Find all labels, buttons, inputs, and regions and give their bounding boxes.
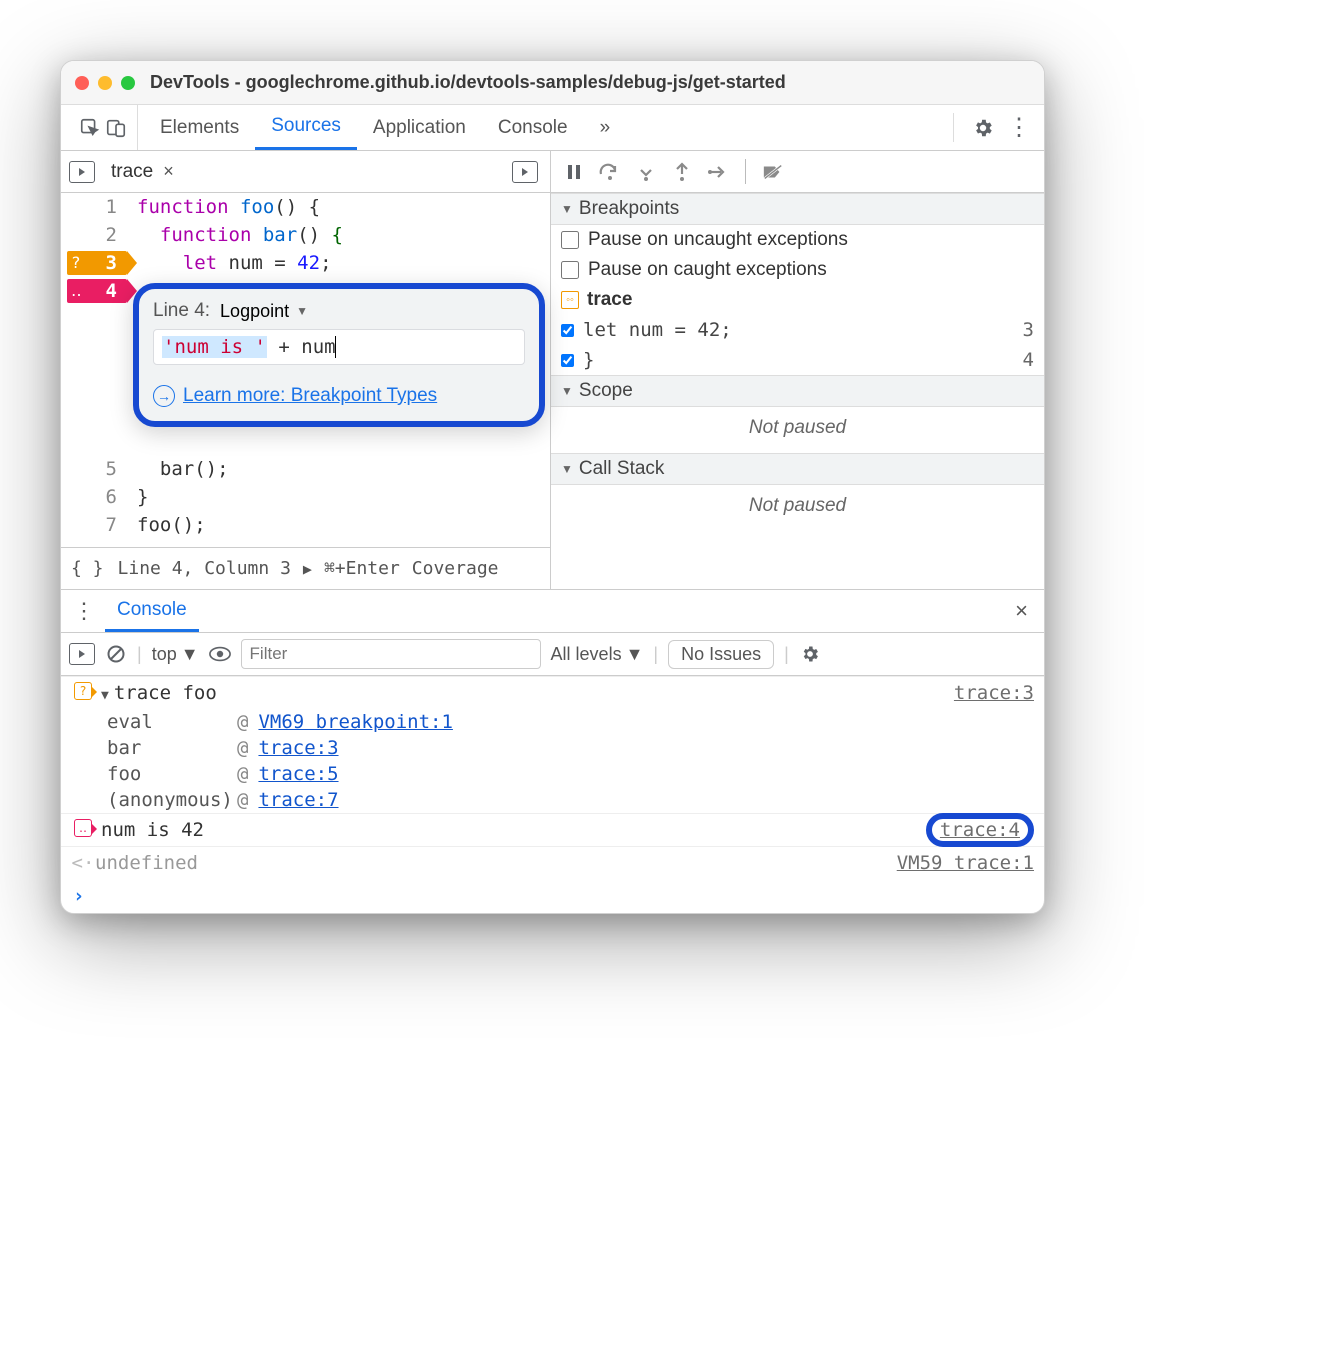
conditional-bp-icon: ? <box>74 682 92 700</box>
callstack-not-paused: Not paused <box>551 485 1044 531</box>
settings-icon[interactable] <box>972 117 994 139</box>
tab-application[interactable]: Application <box>357 105 482 150</box>
console-return: <· undefined VM59 trace:1 <box>61 846 1044 879</box>
console-output: ? ▼trace foo trace:3 eval@VM69 breakpoin… <box>61 676 1044 913</box>
issues-button[interactable]: No Issues <box>668 640 774 669</box>
pause-uncaught-row[interactable]: Pause on uncaught exceptions <box>551 225 1044 255</box>
return-arrow-icon: <· <box>71 852 95 874</box>
cursor-position: Line 4, Column 3 <box>118 558 291 579</box>
drawer-tabstrip: ⋮ Console × <box>61 590 1044 632</box>
editor-tabstrip: trace × <box>61 151 551 192</box>
pretty-print-button[interactable]: { } <box>71 558 104 579</box>
logpoint-icon: ‥ <box>74 819 92 837</box>
pause-uncaught-checkbox[interactable] <box>561 231 579 249</box>
debugger-controls <box>551 151 1044 192</box>
kebab-menu-icon[interactable]: ⋮ <box>1008 117 1030 139</box>
tab-sources[interactable]: Sources <box>255 105 357 150</box>
line-number[interactable]: 5 <box>61 455 131 483</box>
stack-frame[interactable]: bar@trace:3 <box>107 735 1044 761</box>
source-link[interactable]: trace:3 <box>954 682 1034 704</box>
editor-footer: { } Line 4, Column 3 ▶ ⌘+Enter Coverage <box>61 547 550 589</box>
scope-header[interactable]: Scope <box>551 375 1044 407</box>
minimize-window-button[interactable] <box>98 76 112 90</box>
breakpoint-edit-popover: Line 4: Logpoint 'num is ' + num → Learn… <box>133 283 545 427</box>
step-into-icon[interactable] <box>635 161 657 183</box>
breakpoint-file-row[interactable]: ◦◦ trace <box>551 285 1044 315</box>
stack-frame[interactable]: foo@trace:5 <box>107 761 1044 787</box>
sources-middle: 1function foo() { 2 function bar() { ?3 … <box>61 193 1044 590</box>
pause-icon[interactable] <box>563 161 585 183</box>
context-selector[interactable]: top ▼ <box>152 644 199 665</box>
drawer-tab-console[interactable]: Console <box>105 590 199 632</box>
debugger-sidebar: Breakpoints Pause on uncaught exceptions… <box>551 193 1044 589</box>
console-filter-input[interactable] <box>241 639 541 669</box>
main-tab-strip: Elements Sources Application Console » ⋮ <box>61 105 1044 151</box>
deactivate-breakpoints-icon[interactable] <box>762 161 784 183</box>
script-badge-icon: ◦◦ <box>561 291 579 309</box>
highlighted-source-link[interactable]: trace:4 <box>926 813 1034 847</box>
breakpoint-row[interactable]: let num = 42; 3 <box>551 315 1044 345</box>
pause-caught-row[interactable]: Pause on caught exceptions <box>551 255 1044 285</box>
stack-trace: eval@VM69 breakpoint:1 bar@trace:3 foo@t… <box>61 709 1044 813</box>
drawer-menu-icon[interactable]: ⋮ <box>69 598 99 624</box>
code-editor[interactable]: 1function foo() { 2 function bar() { ?3 … <box>61 193 551 589</box>
log-level-selector[interactable]: All levels ▼ <box>551 644 644 665</box>
expand-icon[interactable]: ▼ <box>101 688 109 703</box>
breakpoint-checkbox[interactable] <box>561 354 574 367</box>
line-number[interactable]: 2 <box>61 221 131 249</box>
learn-more-link[interactable]: Learn more: Breakpoint Types <box>183 385 437 407</box>
line-number[interactable]: 6 <box>61 483 131 511</box>
close-window-button[interactable] <box>75 76 89 90</box>
tab-elements[interactable]: Elements <box>144 105 255 150</box>
tabs-overflow[interactable]: » <box>584 105 627 150</box>
console-settings-icon[interactable] <box>799 643 821 665</box>
navigator-toggle-icon[interactable] <box>69 161 95 183</box>
devtools-window: DevTools - googlechrome.github.io/devtoo… <box>60 60 1045 914</box>
pause-caught-checkbox[interactable] <box>561 261 579 279</box>
console-toolbar: | top ▼ All levels ▼ | No Issues | <box>61 632 1044 676</box>
source-link[interactable]: VM59 trace:1 <box>897 852 1034 874</box>
titlebar: DevTools - googlechrome.github.io/devtoo… <box>61 61 1044 105</box>
console-message[interactable]: ? ▼trace foo trace:3 <box>61 676 1044 709</box>
step-over-icon[interactable] <box>599 161 621 183</box>
callstack-header[interactable]: Call Stack <box>551 453 1044 485</box>
stack-frame[interactable]: (anonymous)@trace:7 <box>107 787 1044 813</box>
device-toolbar-icon[interactable] <box>105 117 127 139</box>
coverage-label[interactable]: Coverage <box>412 558 499 579</box>
tab-console[interactable]: Console <box>482 105 584 150</box>
run-snippet-icon[interactable]: ▶ <box>303 560 312 578</box>
console-prompt[interactable]: › <box>61 879 1044 913</box>
step-out-icon[interactable] <box>671 161 693 183</box>
clear-console-icon[interactable] <box>105 643 127 665</box>
stack-frame[interactable]: eval@VM69 breakpoint:1 <box>107 709 1044 735</box>
logpoint-expression-input[interactable]: 'num is ' + num <box>153 329 525 365</box>
line-number[interactable]: ?3 <box>61 249 131 277</box>
popover-line-label: Line 4: <box>153 300 210 322</box>
close-drawer-icon[interactable]: × <box>1007 598 1036 624</box>
window-title: DevTools - googlechrome.github.io/devtoo… <box>150 72 786 93</box>
line-number[interactable]: ‥4 <box>61 277 131 305</box>
breakpoint-type-select[interactable]: Logpoint <box>216 299 312 323</box>
file-tab-trace[interactable]: trace × <box>105 159 180 185</box>
sources-toolbar: trace × <box>61 151 1044 193</box>
breakpoint-row[interactable]: } 4 <box>551 345 1044 375</box>
step-icon[interactable] <box>707 161 729 183</box>
maximize-window-button[interactable] <box>121 76 135 90</box>
window-controls <box>75 76 135 90</box>
console-sidebar-toggle-icon[interactable] <box>69 643 95 665</box>
more-tabs-icon[interactable] <box>512 161 538 183</box>
line-number[interactable]: 7 <box>61 511 131 539</box>
close-tab-icon[interactable]: × <box>163 161 174 182</box>
breakpoint-checkbox[interactable] <box>561 324 574 337</box>
scope-not-paused: Not paused <box>551 407 1044 453</box>
run-shortcut: ⌘+Enter <box>324 558 400 579</box>
inspect-icon[interactable] <box>79 117 101 139</box>
file-tab-label: trace <box>111 161 153 183</box>
live-expression-icon[interactable] <box>209 643 231 665</box>
breakpoints-header[interactable]: Breakpoints <box>551 193 1044 225</box>
line-number[interactable]: 1 <box>61 193 131 221</box>
console-message[interactable]: ‥ num is 42 trace:4 <box>61 813 1044 846</box>
info-icon: → <box>153 385 175 407</box>
